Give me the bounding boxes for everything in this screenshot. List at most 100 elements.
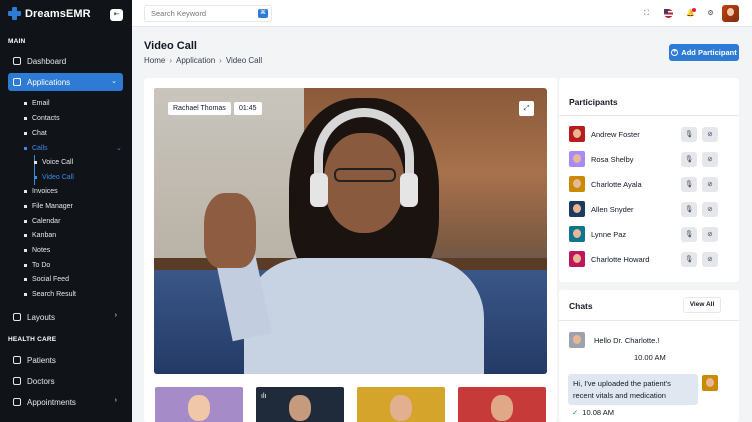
sidebar-sub-label: File Manager	[32, 203, 73, 210]
section-title-healthcare: HEALTH CARE	[8, 336, 57, 343]
sidebar-sub-label: Chat	[32, 130, 47, 137]
avatar	[569, 201, 585, 217]
sidebar-item-applications[interactable]: Applications ⌄	[8, 73, 123, 91]
breadcrumb: Home › Application › Video Call	[144, 56, 262, 65]
bullet-icon	[24, 205, 27, 208]
notification-bell-icon[interactable]: 🔔	[683, 6, 698, 21]
avatar	[702, 375, 718, 391]
language-flag-icon[interactable]	[661, 6, 676, 21]
chevron-right-icon: ›	[219, 56, 222, 65]
sidebar-item-dashboard[interactable]: Dashboard	[8, 52, 123, 70]
sidebar-sub-label: Calls	[32, 145, 48, 152]
avatar	[569, 251, 585, 267]
expand-icon[interactable]: ⤢	[519, 101, 534, 116]
sidebar-sub-notes[interactable]: Notes	[24, 247, 50, 254]
participant-thumbnail[interactable]	[155, 387, 243, 422]
divider	[559, 320, 739, 321]
notification-dot	[692, 8, 696, 12]
sidebar-sub-kanban[interactable]: Kanban	[24, 232, 56, 239]
avatar	[569, 176, 585, 192]
call-duration: 01:45	[234, 102, 262, 115]
avatar	[569, 151, 585, 167]
breadcrumb-current: Video Call	[225, 56, 263, 65]
sidebar-item-label: Layouts	[27, 312, 56, 322]
mute-mic-icon[interactable]: 🎙	[681, 252, 697, 267]
participant-name: Allen Snyder	[591, 204, 634, 214]
sidebar-sub-search-result[interactable]: Search Result	[24, 291, 76, 298]
mute-mic-icon[interactable]: 🎙	[681, 227, 697, 242]
main-video-feed	[154, 88, 547, 374]
sidebar-sub-voice-call[interactable]: Voice Call	[34, 159, 73, 166]
settings-gear-icon[interactable]: ⚙	[703, 6, 718, 21]
user-avatar[interactable]	[722, 5, 739, 22]
bullet-icon	[24, 278, 27, 281]
sidebar-sub-calls[interactable]: Calls	[24, 145, 48, 152]
sidebar-sub-chat[interactable]: Chat	[24, 130, 47, 137]
participant-thumbnail[interactable]	[458, 387, 546, 422]
bullet-icon	[24, 132, 27, 135]
sidebar-sub-todo[interactable]: To Do	[24, 262, 50, 269]
bullet-icon	[24, 190, 27, 193]
search-box: ⌘	[144, 5, 272, 22]
sidebar-sub-label: Invoices	[32, 188, 58, 195]
search-input[interactable]	[145, 6, 250, 21]
person-waving-hand	[204, 193, 256, 268]
sidebar-sub-label: Voice Call	[42, 159, 74, 166]
sidebar-sub-invoices[interactable]: Invoices	[24, 188, 58, 195]
mute-mic-icon[interactable]: 🎙	[681, 127, 697, 142]
appointments-icon	[13, 398, 21, 406]
video-off-icon[interactable]: ⊘	[702, 202, 718, 217]
chevron-down-icon: ⌄	[116, 145, 122, 152]
add-participant-button[interactable]: + Add Participant	[669, 44, 739, 61]
bullet-icon	[24, 293, 27, 296]
participant-thumbnail[interactable]	[357, 387, 445, 422]
sidebar-sub-label: Social Feed	[32, 276, 69, 283]
chevron-right-icon: ›	[114, 312, 117, 319]
sidebar-item-layouts[interactable]: Layouts ›	[8, 308, 123, 326]
chat-timestamp-row: ✓ 10.08 AM	[572, 408, 614, 417]
layouts-icon	[13, 313, 21, 321]
avatar	[569, 126, 585, 142]
sidebar-item-appointments[interactable]: Appointments ›	[8, 393, 123, 411]
logo[interactable]: DreamsEMR	[8, 7, 91, 20]
video-off-icon[interactable]: ⊘	[702, 252, 718, 267]
page-title: Video Call	[144, 40, 197, 52]
participant-thumbnail[interactable]: ılı	[256, 387, 344, 422]
breadcrumb-application[interactable]: Application	[176, 56, 215, 65]
mute-mic-icon[interactable]: 🎙	[681, 152, 697, 167]
bullet-icon	[24, 102, 27, 105]
sidebar-collapse-button[interactable]: ⇤	[110, 9, 123, 21]
chat-message: Hello Dr. Charlotte.!	[594, 336, 660, 345]
sidebar-sub-label: Search Result	[32, 291, 76, 298]
top-bar: ⌘ ⛶ 🔔 ⚙	[132, 0, 752, 27]
sidebar-sub-file-manager[interactable]: File Manager	[24, 203, 73, 210]
sidebar-sub-video-call[interactable]: Video Call	[34, 174, 74, 181]
sidebar-sub-contacts[interactable]: Contacts	[24, 115, 60, 122]
sidebar-item-doctors[interactable]: Doctors	[8, 372, 123, 390]
video-off-icon[interactable]: ⊘	[702, 177, 718, 192]
video-off-icon[interactable]: ⊘	[702, 227, 718, 242]
add-participant-label: Add Participant	[681, 48, 737, 57]
chevron-right-icon: ›	[169, 56, 173, 65]
sidebar: DreamsEMR ⇤ MAIN Dashboard Applications …	[0, 0, 132, 422]
search-shortcut-icon[interactable]: ⌘	[258, 9, 268, 18]
audio-wave-icon: ılı	[261, 393, 267, 400]
chats-title: Chats	[569, 301, 593, 311]
headphone-cup-right	[400, 173, 418, 207]
chat-message: Hi, I've uploaded the patient's recent v…	[568, 374, 698, 405]
sidebar-item-patients[interactable]: Patients	[8, 351, 123, 369]
mute-mic-icon[interactable]: 🎙	[681, 177, 697, 192]
mute-mic-icon[interactable]: 🎙	[681, 202, 697, 217]
bullet-icon	[24, 264, 27, 267]
us-flag-icon	[664, 9, 673, 18]
sidebar-sub-calendar[interactable]: Calendar	[24, 218, 60, 225]
sidebar-sub-email[interactable]: Email	[24, 100, 50, 107]
breadcrumb-home[interactable]: Home	[144, 56, 165, 65]
sidebar-sub-social-feed[interactable]: Social Feed	[24, 276, 69, 283]
fullscreen-icon[interactable]: ⛶	[639, 6, 654, 21]
sidebar-sub-label: Notes	[32, 247, 51, 254]
chat-timestamp: 10.08 AM	[582, 408, 614, 417]
video-off-icon[interactable]: ⊘	[702, 127, 718, 142]
video-off-icon[interactable]: ⊘	[702, 152, 718, 167]
view-all-button[interactable]: View All	[683, 297, 721, 313]
